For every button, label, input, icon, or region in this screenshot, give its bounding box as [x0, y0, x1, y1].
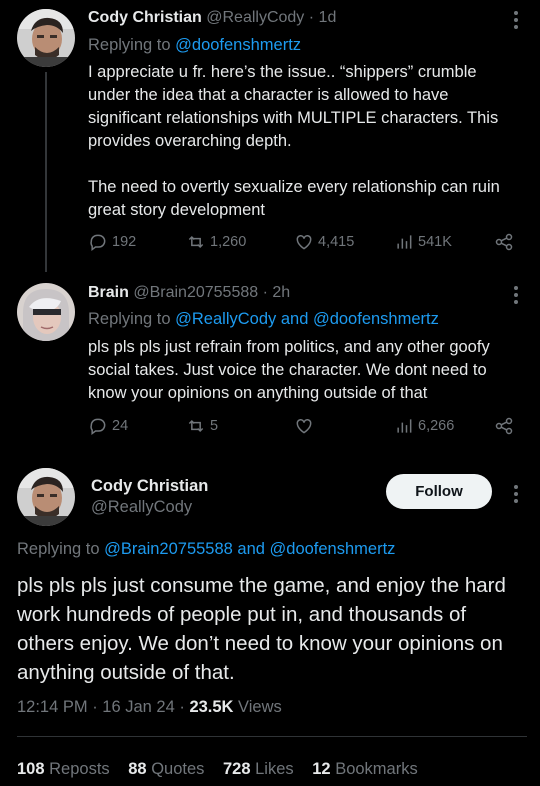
- reply-count: 24: [112, 418, 129, 434]
- replying-to-link[interactable]: @ReallyCody and @doofenshmertz: [175, 310, 439, 328]
- timestamp[interactable]: · 2h: [263, 284, 291, 301]
- stat-bookmarks[interactable]: 12 Bookmarks: [312, 760, 431, 778]
- repost-button[interactable]: 1,260: [186, 232, 246, 252]
- more-options-icon[interactable]: [514, 8, 518, 32]
- follow-button[interactable]: Follow: [386, 474, 492, 509]
- tweet-cody-1[interactable]: Cody Christian @ReallyCody · 1d Replying…: [0, 0, 540, 272]
- tweet-paragraph: I appreciate u fr. here’s the issue.. “s…: [88, 63, 499, 150]
- tweet-text: I appreciate u fr. here’s the issue.. “s…: [88, 61, 520, 222]
- replying-prefix: Replying to: [88, 310, 176, 328]
- handle[interactable]: @ReallyCody: [206, 9, 304, 26]
- stat-label: Bookmarks: [335, 760, 418, 778]
- timestamp[interactable]: · 1d: [309, 9, 337, 26]
- tweet-time[interactable]: 12:14 PM · 16 Jan 24 ·: [17, 698, 189, 716]
- stat-reposts[interactable]: 108 Reposts: [17, 760, 124, 778]
- engagement-stats: 108 Reposts 88 Quotes 728 Likes 12 Bookm…: [17, 760, 432, 779]
- reply-count: 192: [112, 234, 137, 250]
- repost-icon: [188, 419, 204, 433]
- replying-to: Replying to @Brain20755588 and @doofensh…: [17, 540, 395, 559]
- repost-icon: [188, 235, 204, 249]
- share-icon: [495, 233, 513, 251]
- tweet-paragraph: pls pls pls just refrain from politics, …: [88, 338, 490, 402]
- repost-count: 1,260: [210, 234, 247, 250]
- stat-num: 12: [312, 760, 331, 778]
- tweet-meta: 12:14 PM · 16 Jan 24 · 23.5K Views: [17, 698, 282, 717]
- tweet-header: Cody Christian @ReallyCody · 1d: [88, 9, 336, 27]
- views-icon: [397, 419, 412, 433]
- avatar-brain[interactable]: [17, 283, 75, 341]
- replying-to: Replying to @ReallyCody and @doofenshmer…: [88, 310, 439, 329]
- repost-button[interactable]: 5: [186, 416, 218, 436]
- views-count: 6,266: [418, 418, 455, 434]
- reply-button[interactable]: 192: [88, 232, 136, 252]
- handle[interactable]: @Brain20755588: [133, 284, 258, 301]
- heart-icon: [296, 418, 312, 434]
- more-options-icon[interactable]: [514, 283, 518, 307]
- replying-prefix: Replying to: [17, 540, 105, 558]
- tweet-paragraph: The need to overtly sexualize every rela…: [88, 178, 500, 219]
- stat-label: Likes: [255, 760, 294, 778]
- main-author: Cody Christian @ReallyCody: [91, 476, 208, 518]
- tweet-actions: 24 5 6,266: [88, 416, 518, 440]
- stat-label: Reposts: [49, 760, 110, 778]
- stat-likes[interactable]: 728 Likes: [223, 760, 308, 778]
- views-icon: [397, 235, 412, 249]
- share-button[interactable]: [494, 416, 514, 436]
- repost-count: 5: [210, 418, 219, 434]
- stat-num: 728: [223, 760, 251, 778]
- stat-quotes[interactable]: 88 Quotes: [128, 760, 218, 778]
- display-name[interactable]: Cody Christian: [88, 9, 202, 26]
- more-options-icon[interactable]: [514, 482, 518, 506]
- views-count: 23.5K: [189, 698, 234, 716]
- tweet-brain[interactable]: Brain @Brain20755588 · 2h Replying to @R…: [0, 270, 540, 460]
- tweet-text: pls pls pls just refrain from politics, …: [88, 336, 520, 405]
- main-tweet-text: pls pls pls just consume the game, and e…: [17, 574, 506, 684]
- reply-button[interactable]: 24: [88, 416, 128, 436]
- display-name[interactable]: Cody Christian: [91, 476, 208, 497]
- like-button[interactable]: 4,415: [294, 232, 354, 252]
- divider: [17, 736, 527, 737]
- replying-to-link[interactable]: @doofenshmertz: [175, 36, 301, 54]
- views-button[interactable]: 6,266: [394, 416, 454, 436]
- share-button[interactable]: [494, 232, 514, 252]
- replying-prefix: Replying to: [88, 36, 176, 54]
- replying-to: Replying to @doofenshmertz: [88, 36, 301, 55]
- main-tweet: Cody Christian @ReallyCody Follow Replyi…: [0, 462, 540, 786]
- handle[interactable]: @ReallyCody: [91, 497, 208, 518]
- views-count: 541K: [418, 234, 452, 250]
- stat-num: 88: [128, 760, 147, 778]
- stat-num: 108: [17, 760, 45, 778]
- avatar-cody-main[interactable]: [17, 468, 75, 526]
- like-count: 4,415: [318, 234, 355, 250]
- reply-icon: [90, 418, 106, 435]
- tweet-header: Brain @Brain20755588 · 2h: [88, 284, 290, 302]
- views-label: Views: [233, 698, 282, 716]
- heart-icon: [296, 234, 312, 250]
- replying-to-link[interactable]: @Brain20755588 and @doofenshmertz: [104, 540, 395, 558]
- display-name[interactable]: Brain: [88, 284, 129, 301]
- reply-icon: [90, 234, 106, 251]
- share-icon: [495, 417, 513, 435]
- like-button[interactable]: [294, 416, 318, 436]
- avatar-cody[interactable]: [17, 9, 75, 67]
- views-button[interactable]: 541K: [394, 232, 452, 252]
- tweet-actions: 192 1,260 4,415 541K: [88, 232, 518, 256]
- thread-line: [45, 72, 47, 272]
- stat-label: Quotes: [151, 760, 205, 778]
